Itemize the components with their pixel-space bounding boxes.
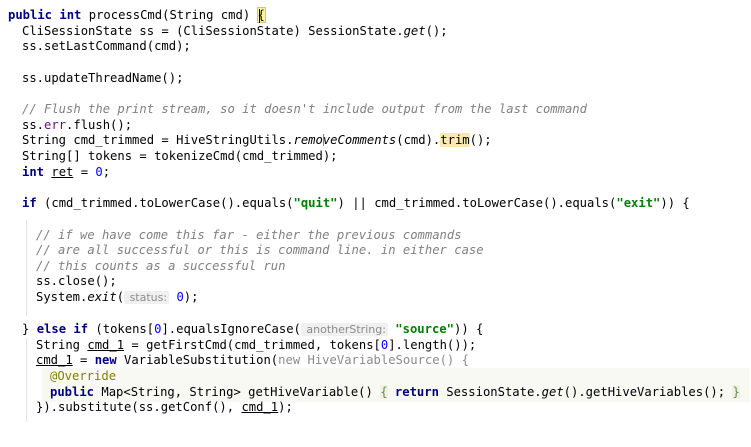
code-line-15[interactable]: // if we have come this far - either the…	[0, 228, 751, 244]
code-editor[interactable]: public int processCmd(String cmd) { CliS…	[0, 0, 751, 422]
code-line-21[interactable]: } else if (tokens[0].equalsIgnoreCase( a…	[0, 322, 751, 338]
mouse-ibeam-cursor	[323, 134, 332, 146]
keyword: else if	[36, 322, 89, 336]
code-line-5[interactable]: ss.updateThreadName();	[0, 71, 751, 87]
code-line-19[interactable]: System.exit( status: 0);	[0, 290, 751, 306]
keyword: return	[394, 385, 439, 399]
code-line-20[interactable]	[0, 306, 751, 322]
code-line-2[interactable]: CliSessionState ss = (CliSessionState) S…	[0, 24, 751, 40]
string-literal: "source"	[395, 322, 454, 336]
keyword: public	[8, 8, 53, 22]
annotation: @Override	[50, 369, 117, 383]
comment: // this counts as a successful run	[36, 259, 286, 273]
code-line-12[interactable]	[0, 180, 751, 196]
parameter-hint: anotherString:	[300, 323, 388, 336]
code-line-25[interactable]: public Map<String, String> getHiveVariab…	[0, 385, 751, 401]
code-line-22[interactable]: String cmd_1 = getFirstCmd(cmd_trimmed, …	[0, 338, 751, 354]
code-line-10[interactable]: String[] tokens = tokenizeCmd(cmd_trimme…	[0, 149, 751, 165]
keyword: new	[94, 353, 117, 367]
comment: // if we have come this far - either the…	[36, 228, 462, 242]
comment: // Flush the print stream, so it doesn't…	[22, 102, 587, 116]
keyword: if	[22, 196, 37, 210]
highlighted-usage: trim	[440, 133, 470, 147]
code-line-24[interactable]: @Override	[0, 369, 751, 385]
text-caret	[259, 9, 260, 23]
parameter-hint: status:	[124, 291, 170, 304]
keyword: int	[22, 165, 45, 179]
code-line-18[interactable]: ss.close();	[0, 274, 751, 290]
code-line-8[interactable]: ss.err.flush();	[0, 118, 751, 134]
code-line-3[interactable]: ss.setLastCommand(cmd);	[0, 39, 751, 55]
code-line-1[interactable]: public int processCmd(String cmd) {	[0, 7, 751, 24]
code-line-16[interactable]: // are all successful or this is command…	[0, 243, 751, 259]
string-literal: "quit"	[293, 196, 338, 210]
code-line-17[interactable]: // this counts as a successful run	[0, 259, 751, 275]
code-line-4[interactable]	[0, 55, 751, 71]
string-literal: "exit"	[616, 196, 661, 210]
code-line-6[interactable]	[0, 86, 751, 102]
code-line-7[interactable]: // Flush the print stream, so it doesn't…	[0, 102, 751, 118]
keyword: public	[50, 385, 95, 399]
code-line-9[interactable]: String cmd_trimmed = HiveStringUtils.rem…	[0, 133, 751, 149]
keyword: int	[59, 8, 82, 22]
code-line-26[interactable]: }).substitute(ss.getConf(), cmd_1);	[0, 400, 751, 416]
keyword: new	[278, 353, 301, 367]
code-line-23[interactable]: cmd_1 = new VariableSubstitution(new Hiv…	[0, 353, 751, 369]
comment: // are all successful or this is command…	[36, 243, 484, 257]
code-line-13[interactable]: if (cmd_trimmed.toLowerCase().equals("qu…	[0, 196, 751, 212]
code-line-14[interactable]	[0, 212, 751, 228]
code-line-11[interactable]: int ret = 0;	[0, 165, 751, 181]
